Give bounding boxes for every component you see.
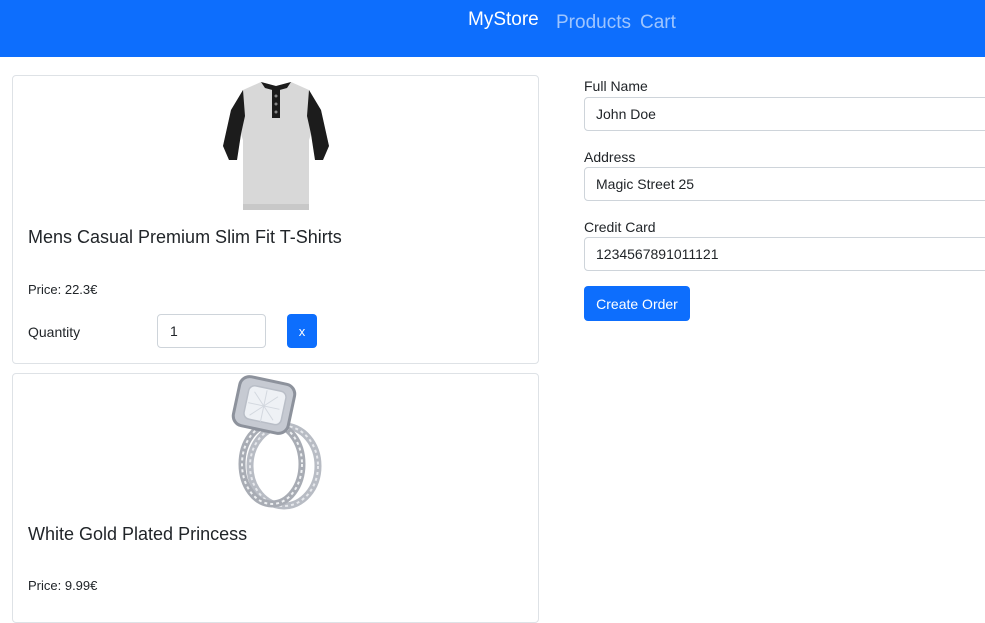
quantity-label: Quantity (28, 324, 81, 340)
brand-link[interactable]: MyStore (468, 9, 539, 31)
address-label: Address (584, 149, 636, 165)
tshirt-product-image (222, 82, 329, 210)
full-name-input[interactable] (584, 97, 985, 131)
product-title: Mens Casual Premium Slim Fit T-Shirts (28, 227, 342, 247)
cart-item-card: White Gold Plated Princess Price: 9.99€ (12, 373, 539, 623)
product-title: White Gold Plated Princess (28, 524, 248, 544)
remove-item-button[interactable]: x (287, 314, 317, 348)
create-order-button[interactable]: Create Order (584, 286, 690, 321)
nav-cart-link[interactable]: Cart (640, 12, 676, 34)
address-input[interactable] (584, 167, 985, 201)
navbar: MyStore Products Cart (0, 0, 985, 57)
credit-card-label: Credit Card (584, 219, 656, 235)
full-name-label: Full Name (584, 78, 648, 94)
credit-card-input[interactable] (584, 237, 985, 271)
ring-product-image (231, 375, 321, 510)
cart-item-card: Mens Casual Premium Slim Fit T-Shirts Pr… (12, 75, 539, 364)
quantity-input[interactable] (157, 314, 266, 348)
product-price: Price: 9.99€ (28, 578, 98, 593)
nav-products-link[interactable]: Products (556, 12, 631, 34)
product-price: Price: 22.3€ (28, 282, 98, 297)
